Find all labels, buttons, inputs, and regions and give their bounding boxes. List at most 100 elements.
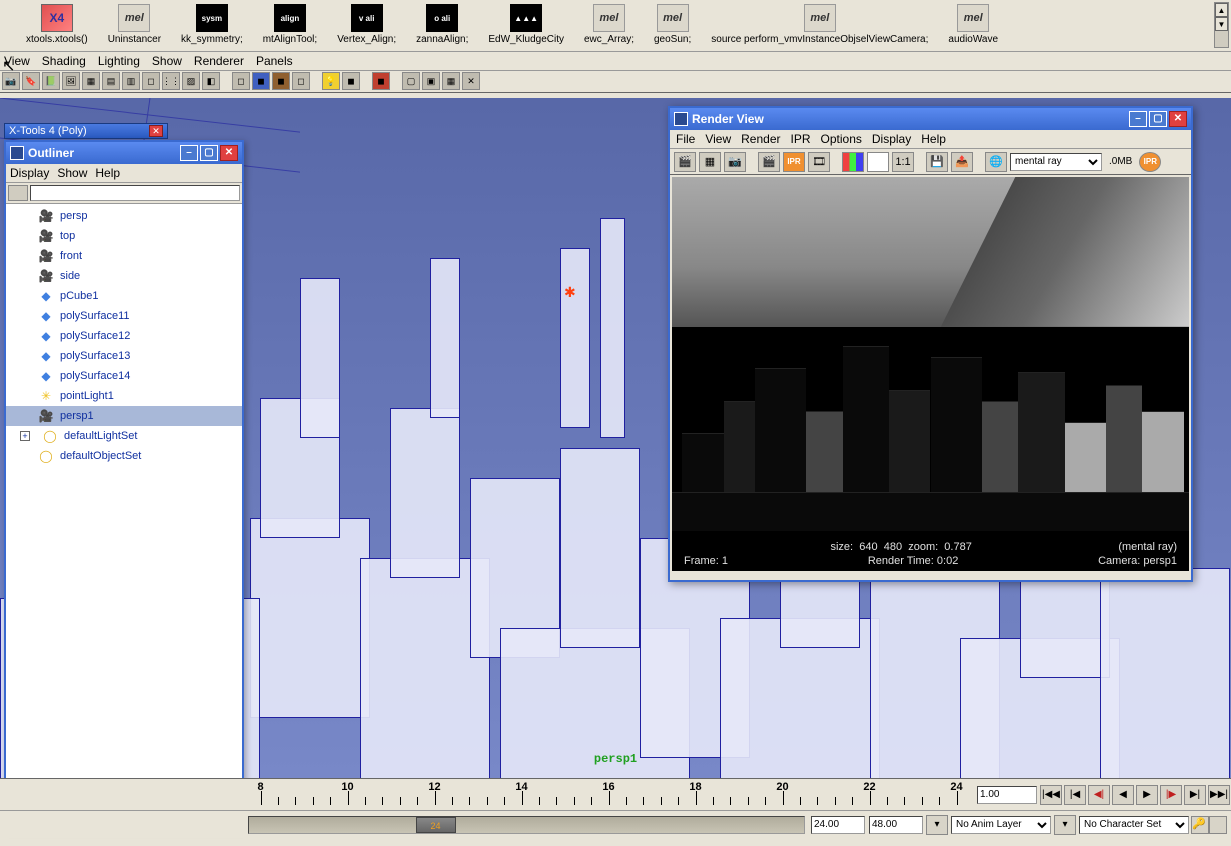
shelf-scroll-up-icon[interactable]: ▲	[1215, 3, 1228, 17]
tool-light-cube-icon[interactable]: ◻	[292, 72, 310, 90]
shelf-item[interactable]: melUninstancer	[108, 4, 161, 47]
rv-snapshot-icon[interactable]: 📷	[724, 152, 746, 172]
tool-isolate-icon[interactable]: ◼	[372, 72, 390, 90]
rv-remove-icon[interactable]: 📤	[951, 152, 973, 172]
renderview-menu-item[interactable]: File	[676, 132, 695, 146]
rv-refresh-icon[interactable]: 🎞	[808, 152, 830, 172]
tool-image-icon[interactable]: 🖼	[62, 72, 80, 90]
maximize-button[interactable]: ▢	[200, 145, 218, 161]
range-thumb[interactable]: 24	[416, 817, 456, 833]
autokey-button[interactable]: 🔑	[1191, 816, 1209, 834]
shelf-item[interactable]: alignmtAlignTool;	[263, 4, 317, 47]
step-back-button[interactable]: |◀	[1064, 785, 1086, 805]
key-back-button[interactable]: ◀|	[1088, 785, 1110, 805]
rv-ipr-icon[interactable]: IPR	[783, 152, 805, 172]
character-set-select[interactable]: No Character Set	[1079, 816, 1189, 834]
shelf-item[interactable]: o alizannaAlign;	[416, 4, 468, 47]
play-back-button[interactable]: ◀	[1112, 785, 1134, 805]
outliner-item[interactable]: ◆polySurface13	[6, 346, 242, 366]
shelf-item[interactable]: v aliVertex_Align;	[337, 4, 396, 47]
rv-save-icon[interactable]: 💾	[926, 152, 948, 172]
renderview-menu-item[interactable]: Display	[872, 132, 911, 146]
expand-icon[interactable]: +	[20, 431, 30, 441]
shelf-item[interactable]: melaudioWave	[948, 4, 998, 47]
outliner-item[interactable]: 🎥side	[6, 266, 242, 286]
tool-xray-icon[interactable]: ✕	[462, 72, 480, 90]
tool-bulb-icon[interactable]: 💡	[322, 72, 340, 90]
goto-start-button[interactable]: |◀◀	[1040, 785, 1062, 805]
outliner-item[interactable]: ◆polySurface11	[6, 306, 242, 326]
panel-menu-item[interactable]: View	[4, 54, 30, 68]
minimize-button[interactable]: –	[180, 145, 198, 161]
tool-shadow-icon[interactable]: ◼	[342, 72, 360, 90]
tool-grid1-icon[interactable]: ▦	[82, 72, 100, 90]
outliner-search-input[interactable]	[30, 185, 240, 201]
maximize-button[interactable]: ▢	[1149, 111, 1167, 127]
panel-menu-item[interactable]: Panels	[256, 54, 293, 68]
renderview-titlebar[interactable]: Render View – ▢ ✕	[670, 108, 1191, 130]
xtools-titlebar[interactable]: X-Tools 4 (Poly) ✕	[4, 123, 168, 139]
renderview-menu-item[interactable]: IPR	[791, 132, 811, 146]
close-button[interactable]: ✕	[1169, 111, 1187, 127]
shelf-item[interactable]: melgeoSun;	[654, 4, 691, 47]
tool-frame-icon[interactable]: ◻	[142, 72, 160, 90]
point-light-gizmo-icon[interactable]: ✱	[564, 284, 578, 298]
outliner-titlebar[interactable]: Outliner – ▢ ✕	[6, 142, 242, 164]
range-menu-icon[interactable]: ▾	[926, 815, 948, 835]
outliner-menu-item[interactable]: Help	[95, 166, 120, 180]
tool-film-gate-icon[interactable]: ▣	[422, 72, 440, 90]
renderview-menu-item[interactable]: View	[705, 132, 731, 146]
tool-textured-cube-icon[interactable]: ◼	[272, 72, 290, 90]
outliner-filter-icon[interactable]	[8, 185, 28, 201]
tool-grid2-icon[interactable]: ▤	[102, 72, 120, 90]
shelf-scroll-down-icon[interactable]: ▼	[1215, 17, 1228, 31]
outliner-item[interactable]: ◆polySurface12	[6, 326, 242, 346]
rv-clapboard-icon[interactable]: 🎬	[674, 152, 696, 172]
close-button[interactable]: ✕	[220, 145, 238, 161]
rv-globe-icon[interactable]: 🌐	[985, 152, 1007, 172]
key-fwd-button[interactable]: |▶	[1160, 785, 1182, 805]
tool-shaded-cube-icon[interactable]: ◼	[252, 72, 270, 90]
setkey-button[interactable]	[1209, 816, 1227, 834]
tool-wire-cube-icon[interactable]: ◻	[232, 72, 250, 90]
shelf-item[interactable]: melewc_Array;	[584, 4, 634, 47]
shelf-item[interactable]: melsource perform_vmvInstanceObjselViewC…	[711, 4, 928, 47]
outliner-item[interactable]: ◯defaultObjectSet	[6, 446, 242, 466]
shelf-item[interactable]: ▲▲▲EdW_KludgeCity	[488, 4, 564, 47]
xtools-close-icon[interactable]: ✕	[149, 125, 163, 137]
outliner-tree[interactable]: 🎥persp🎥top🎥front🎥side◆pCube1◆polySurface…	[6, 204, 242, 828]
range-start-field[interactable]	[811, 816, 865, 834]
tool-texture-icon[interactable]: ▨	[182, 72, 200, 90]
shelf-item[interactable]: sysmkk_symmetry;	[181, 4, 243, 47]
range-track[interactable]: 24	[248, 816, 805, 834]
outliner-menu-item[interactable]: Display	[10, 166, 49, 180]
outliner-item[interactable]: 🎥persp1	[6, 406, 242, 426]
minimize-button[interactable]: –	[1129, 111, 1147, 127]
rv-one-one-button[interactable]: 1:1	[892, 152, 914, 172]
anim-layer-menu-icon[interactable]: ▾	[1054, 815, 1076, 835]
panel-menu-item[interactable]: Renderer	[194, 54, 244, 68]
outliner-item[interactable]: 🎥top	[6, 226, 242, 246]
outliner-item[interactable]: +◯defaultLightSet	[6, 426, 242, 446]
outliner-item[interactable]: ✳pointLight1	[6, 386, 242, 406]
rv-rgb-icon[interactable]	[842, 152, 864, 172]
render-image-area[interactable]: size: 640 480 zoom: 0.787 (mental ray) F…	[672, 177, 1189, 571]
tool-dots-icon[interactable]: ⋮⋮	[162, 72, 180, 90]
goto-end-button[interactable]: ▶▶|	[1208, 785, 1230, 805]
time-ruler[interactable]: 81012141618202224	[246, 781, 971, 809]
rv-ipr-round-icon[interactable]: IPR	[1139, 152, 1161, 172]
panel-menu-item[interactable]: Show	[152, 54, 182, 68]
tool-camera-icon[interactable]: 📷	[2, 72, 20, 90]
outliner-item[interactable]: ◆pCube1	[6, 286, 242, 306]
rv-alpha-icon[interactable]	[867, 152, 889, 172]
tool-safe-icon[interactable]: ▦	[442, 72, 460, 90]
panel-menu-item[interactable]: Shading	[42, 54, 86, 68]
rv-region-icon[interactable]: ▦	[699, 152, 721, 172]
shelf-item[interactable]: X4xtools.xtools()	[26, 4, 88, 47]
rv-ipr-render-icon[interactable]: 🎬	[758, 152, 780, 172]
outliner-item[interactable]: ◆polySurface14	[6, 366, 242, 386]
current-time-field[interactable]	[977, 786, 1037, 804]
outliner-item[interactable]: 🎥front	[6, 246, 242, 266]
panel-menu-item[interactable]: Lighting	[98, 54, 140, 68]
time-slider[interactable]: 81012141618202224 |◀◀ |◀ ◀| ◀ ▶ |▶ ▶| ▶▶…	[0, 778, 1231, 810]
